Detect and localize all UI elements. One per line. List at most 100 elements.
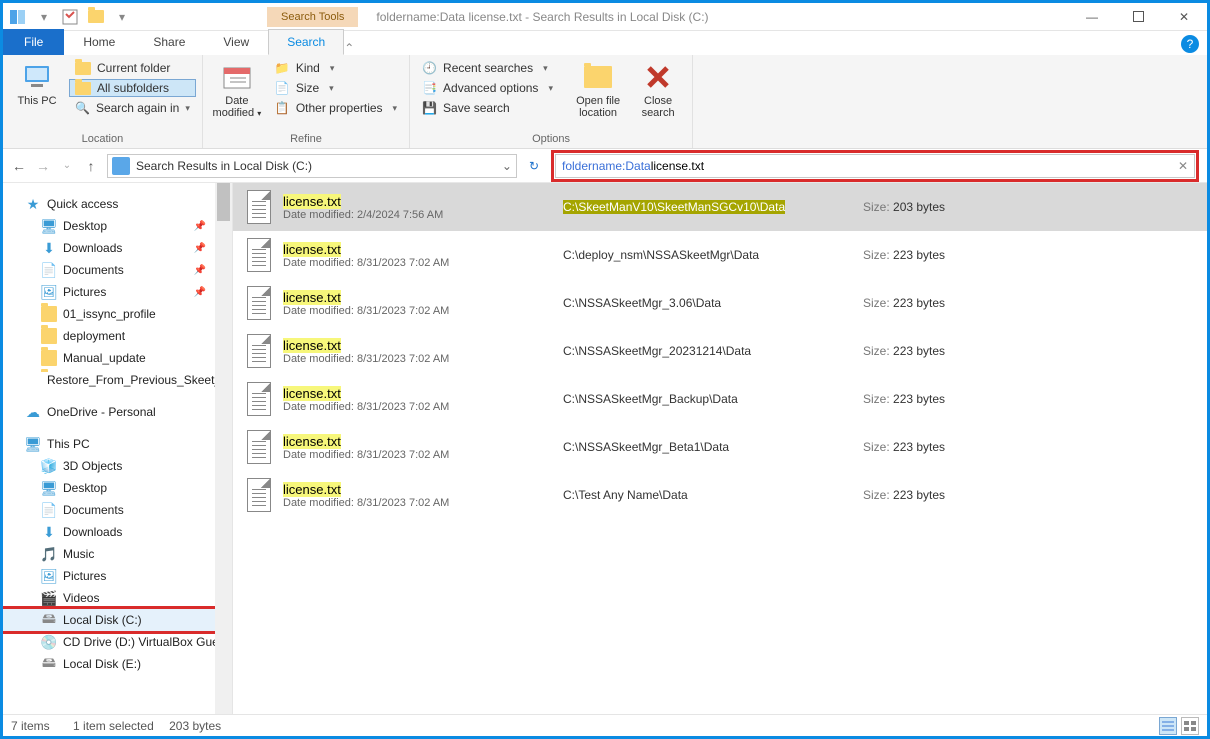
tree-pictures2[interactable]: 🖼Pictures [3, 565, 232, 587]
open-file-location-button[interactable]: Open file location [570, 59, 626, 121]
thumbnails-view-icon[interactable] [1181, 717, 1199, 735]
refresh-button[interactable]: ↻ [525, 159, 543, 173]
quick-access-toolbar: ▾ ▾ [3, 6, 137, 28]
tree-local-disk-e[interactable]: 🖴Local Disk (E:) [3, 653, 232, 675]
file-icon [243, 187, 275, 227]
tree-local-disk-c[interactable]: 🖴Local Disk (C:) [3, 609, 232, 631]
close-search-button[interactable]: Close search [630, 59, 686, 121]
status-bar: 7 items 1 item selected 203 bytes [3, 714, 1207, 736]
maximize-button[interactable] [1115, 3, 1161, 31]
details-view-icon[interactable] [1159, 717, 1177, 735]
tab-share[interactable]: Share [134, 29, 204, 55]
result-row[interactable]: license.txtDate modified: 8/31/2023 7:02… [233, 471, 1207, 519]
tree-label: Pictures [63, 569, 106, 583]
close-button[interactable]: ✕ [1161, 3, 1207, 31]
recent-searches-button[interactable]: 🕘Recent searches▾ [416, 59, 566, 77]
tree-issync[interactable]: 01_issync_profile [3, 303, 232, 325]
save-icon: 💾 [422, 101, 437, 115]
clear-search-icon[interactable]: ✕ [1178, 159, 1188, 173]
tree-documents[interactable]: 📄Documents📌 [3, 259, 232, 281]
tab-search[interactable]: Search [268, 29, 344, 55]
this-pc-button[interactable]: This PC [9, 59, 65, 109]
qat-properties[interactable] [59, 6, 81, 28]
size-button[interactable]: 📄Size▾ [269, 79, 403, 97]
tree-label: Documents [63, 503, 124, 517]
file-icon [243, 427, 275, 467]
navigation-pane[interactable]: ★Quick access 🖥Desktop📌 ⬇Downloads📌 📄Doc… [3, 183, 233, 719]
tab-view[interactable]: View [204, 29, 268, 55]
pin-icon: 📌 [194, 221, 206, 232]
up-button[interactable]: ↑ [83, 158, 99, 174]
tree-pictures[interactable]: 🖼Pictures📌 [3, 281, 232, 303]
help-icon[interactable]: ? [1181, 35, 1199, 53]
tree-scrollbar[interactable] [215, 183, 232, 719]
search-box[interactable]: foldername:Data license.txt ✕ [555, 154, 1195, 178]
tree-label: Local Disk (E:) [63, 657, 141, 671]
save-search-button[interactable]: 💾Save search [416, 99, 566, 117]
current-folder-button[interactable]: Current folder [69, 59, 196, 77]
collapse-ribbon-icon[interactable]: ⌃ [344, 41, 354, 55]
tree-deployment[interactable]: deployment [3, 325, 232, 347]
kind-button[interactable]: 📁Kind▾ [269, 59, 403, 77]
tab-file[interactable]: File [3, 29, 64, 55]
result-filename: license.txt [283, 482, 563, 497]
tree-downloads[interactable]: ⬇Downloads📌 [3, 237, 232, 259]
tree-label: Downloads [63, 525, 122, 539]
back-button[interactable]: ← [11, 158, 27, 174]
search-again-button[interactable]: 🔍Search again in▾ [69, 99, 196, 117]
minimize-button[interactable]: — [1069, 3, 1115, 31]
other-properties-button[interactable]: 📋Other properties▾ [269, 99, 403, 117]
window-controls: — ✕ [1069, 3, 1207, 31]
result-row[interactable]: license.txtDate modified: 8/31/2023 7:02… [233, 327, 1207, 375]
size-label: Size [296, 81, 319, 95]
result-row[interactable]: license.txtDate modified: 8/31/2023 7:02… [233, 423, 1207, 471]
result-row[interactable]: license.txtDate modified: 8/31/2023 7:02… [233, 279, 1207, 327]
tree-this-pc[interactable]: 🖥 This PC [3, 433, 232, 455]
advanced-options-button[interactable]: 📑Advanced options▾ [416, 79, 566, 97]
explorer-icon[interactable] [7, 6, 29, 28]
tree-label: 01_issync_profile [63, 307, 156, 321]
search-tools-context-tab[interactable]: Search Tools [267, 7, 358, 27]
qat-new-folder[interactable] [85, 6, 107, 28]
main-area: ★Quick access 🖥Desktop📌 ⬇Downloads📌 📄Doc… [3, 183, 1207, 719]
tree-3d-objects[interactable]: 🧊3D Objects [3, 455, 232, 477]
result-row[interactable]: license.txtDate modified: 2/4/2024 7:56 … [233, 183, 1207, 231]
tree-documents2[interactable]: 📄Documents [3, 499, 232, 521]
result-row[interactable]: license.txtDate modified: 8/31/2023 7:02… [233, 375, 1207, 423]
result-size: Size: 223 bytes [863, 440, 945, 454]
tree-restore[interactable]: Restore_From_Previous_Skeet_M [3, 369, 232, 391]
pin-icon: 📌 [194, 265, 206, 276]
all-subfolders-button[interactable]: All subfolders [69, 79, 196, 97]
date-modified-button[interactable]: Date modified ▾ [209, 59, 265, 121]
tree-desktop[interactable]: 🖥Desktop📌 [3, 215, 232, 237]
tree-videos[interactable]: 🎬Videos [3, 587, 232, 609]
ribbon-tabs: File Home Share View Search ⌃ ? [3, 31, 1207, 55]
tree-onedrive[interactable]: ☁OneDrive - Personal [3, 401, 232, 423]
tree-music[interactable]: 🎵Music [3, 543, 232, 565]
pc-icon: 🖥 [25, 436, 41, 452]
tree-cd-drive[interactable]: 💿CD Drive (D:) VirtualBox Guest A [3, 631, 232, 653]
result-row[interactable]: license.txtDate modified: 8/31/2023 7:02… [233, 231, 1207, 279]
tree-label: This PC [47, 437, 90, 451]
address-bar[interactable]: Search Results in Local Disk (C:) ⌄ [107, 154, 517, 178]
file-icon [243, 331, 275, 371]
kind-icon: 📁 [275, 61, 290, 75]
tree-manual-update[interactable]: Manual_update [3, 347, 232, 369]
tree-downloads2[interactable]: ⬇Downloads [3, 521, 232, 543]
scrollbar-thumb[interactable] [217, 183, 230, 221]
folder-icon [584, 66, 612, 88]
tab-home[interactable]: Home [64, 29, 134, 55]
videos-icon: 🎬 [41, 590, 57, 606]
tree-label: OneDrive - Personal [47, 405, 156, 419]
recent-locations-dropdown[interactable]: ⌄ [59, 160, 75, 171]
forward-button[interactable]: → [35, 158, 51, 174]
qat-dropdown-1[interactable]: ▾ [33, 6, 55, 28]
result-filename: license.txt [283, 338, 563, 353]
tree-quick-access[interactable]: ★Quick access [3, 193, 232, 215]
result-date-modified: Date modified: 8/31/2023 7:02 AM [283, 257, 563, 269]
file-icon [243, 475, 275, 515]
results-pane[interactable]: license.txtDate modified: 2/4/2024 7:56 … [233, 183, 1207, 719]
address-dropdown-icon[interactable]: ⌄ [502, 159, 512, 173]
qat-dropdown-2[interactable]: ▾ [111, 6, 133, 28]
tree-desktop2[interactable]: 🖥Desktop [3, 477, 232, 499]
